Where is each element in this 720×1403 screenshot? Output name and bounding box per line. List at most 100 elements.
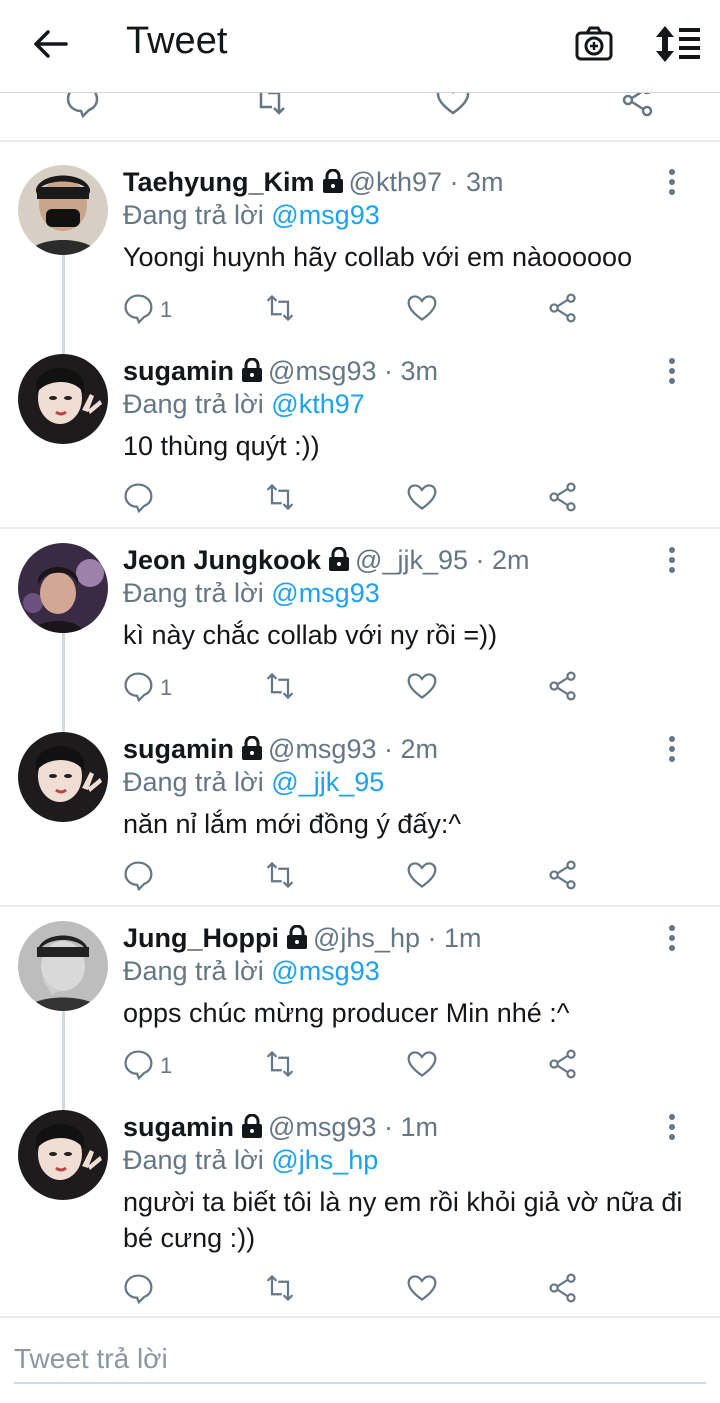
reply-button[interactable] xyxy=(122,481,160,517)
like-button[interactable] xyxy=(406,670,438,706)
display-name[interactable]: Jeon Jungkook xyxy=(123,545,321,575)
user-handle: @msg93 xyxy=(268,1112,377,1142)
retweet-button[interactable] xyxy=(264,859,296,895)
like-button[interactable] xyxy=(406,1048,438,1084)
divider xyxy=(0,527,720,529)
tweet-text: opps chúc mừng producer Min nhé :^ xyxy=(123,998,570,1028)
more-options-icon[interactable] xyxy=(662,356,682,386)
mention-link[interactable]: @_jjk_95 xyxy=(271,767,384,797)
lock-icon xyxy=(329,547,350,571)
share-icon xyxy=(547,670,579,707)
avatar[interactable] xyxy=(18,921,108,1011)
timestamp: · 1m xyxy=(384,1112,438,1142)
sort-icon[interactable] xyxy=(654,24,702,64)
like-button[interactable] xyxy=(406,859,438,895)
replying-to-label: Đang trả lời xyxy=(123,389,264,419)
share-icon xyxy=(547,292,579,329)
tweet-text: kì này chắc collab với ny rồi =)) xyxy=(123,620,498,650)
share-button[interactable] xyxy=(547,1048,579,1084)
reply-button[interactable] xyxy=(122,859,160,895)
retweet-icon xyxy=(264,292,296,329)
lock-icon xyxy=(242,736,263,760)
reply-input[interactable] xyxy=(14,1336,706,1384)
more-options-icon[interactable] xyxy=(662,1112,682,1142)
reply-button[interactable] xyxy=(122,1272,160,1308)
timestamp: · 2m xyxy=(384,734,438,764)
replying-to-label: Đang trả lời xyxy=(123,956,264,986)
reply-button[interactable]: 1 xyxy=(122,670,172,706)
tweet-actions: 1 xyxy=(0,292,720,328)
replying-to: Đang trả lời @msg93 xyxy=(123,956,380,987)
display-name[interactable]: sugamin xyxy=(123,356,234,386)
avatar[interactable] xyxy=(18,543,108,633)
tweet-text: Yoongi huynh hãy collab với em nàoooooo xyxy=(123,242,633,272)
like-button[interactable] xyxy=(406,1272,438,1308)
lock-icon xyxy=(242,358,263,382)
tweet-header: Taehyung_Kim @kth97 · 3m xyxy=(123,167,504,198)
user-handle: @_jjk_95 xyxy=(355,545,469,575)
tweet-text: 10 thùng quýt :)) xyxy=(123,431,320,461)
mention-link[interactable]: @msg93 xyxy=(271,578,379,608)
replying-to: Đang trả lời @jhs_hp xyxy=(123,1145,378,1176)
more-options-icon[interactable] xyxy=(662,734,682,764)
mention-link[interactable]: @jhs_hp xyxy=(271,1145,378,1175)
display-name[interactable]: Jung_Hoppi xyxy=(123,923,279,953)
tweet-actions xyxy=(0,481,720,517)
reply-icon xyxy=(122,1272,154,1309)
share-button[interactable] xyxy=(547,670,579,706)
reply-button[interactable]: 1 xyxy=(122,292,172,328)
share-button[interactable] xyxy=(547,481,579,517)
tweet-text: người ta biết tôi là ny em rồi khỏi giả … xyxy=(123,1187,683,1253)
tweet-actions xyxy=(0,1272,720,1308)
share-icon[interactable] xyxy=(620,92,656,118)
more-options-icon[interactable] xyxy=(662,923,682,953)
retweet-button[interactable] xyxy=(264,292,296,328)
display-name[interactable]: sugamin xyxy=(123,1112,234,1142)
like-button[interactable] xyxy=(406,481,438,517)
lock-icon xyxy=(287,925,307,949)
retweet-button[interactable] xyxy=(264,670,296,706)
retweet-icon xyxy=(264,1272,296,1309)
replying-to-label: Đang trả lời xyxy=(123,200,264,230)
tweet-header: Jung_Hoppi @jhs_hp · 1m xyxy=(123,923,482,954)
more-options-icon[interactable] xyxy=(662,545,682,575)
camera-icon[interactable] xyxy=(574,24,614,64)
retweet-icon xyxy=(264,859,296,896)
retweet-icon[interactable] xyxy=(252,92,288,118)
lock-icon xyxy=(242,1114,263,1138)
user-handle: @kth97 xyxy=(348,167,442,197)
display-name[interactable]: sugamin xyxy=(123,734,234,764)
tweet-actions: 1 xyxy=(0,1048,720,1084)
share-icon xyxy=(547,481,579,518)
reply-icon xyxy=(122,1048,154,1085)
retweet-icon xyxy=(264,670,296,707)
mention-link[interactable]: @kth97 xyxy=(271,389,364,419)
reply-icon[interactable] xyxy=(64,92,100,118)
retweet-button[interactable] xyxy=(264,1272,296,1308)
avatar[interactable] xyxy=(18,165,108,255)
back-arrow-icon[interactable] xyxy=(30,24,70,64)
display-name[interactable]: Taehyung_Kim xyxy=(123,167,315,197)
top-bar: Tweet xyxy=(0,0,720,93)
replying-to-label: Đang trả lời xyxy=(123,767,264,797)
avatar[interactable] xyxy=(18,732,108,822)
retweet-icon xyxy=(264,481,296,518)
like-button[interactable] xyxy=(406,292,438,328)
mention-link[interactable]: @msg93 xyxy=(271,956,379,986)
avatar[interactable] xyxy=(18,1110,108,1200)
share-button[interactable] xyxy=(547,859,579,895)
avatar[interactable] xyxy=(18,354,108,444)
more-options-icon[interactable] xyxy=(662,167,682,197)
like-icon[interactable] xyxy=(435,92,471,118)
timestamp: · 3m xyxy=(384,356,438,386)
retweet-button[interactable] xyxy=(264,1048,296,1084)
replying-to: Đang trả lời @msg93 xyxy=(123,200,380,231)
share-button[interactable] xyxy=(547,1272,579,1308)
retweet-button[interactable] xyxy=(264,481,296,517)
retweet-icon xyxy=(264,1048,296,1085)
share-button[interactable] xyxy=(547,292,579,328)
main-tweet-actions xyxy=(0,92,720,140)
mention-link[interactable]: @msg93 xyxy=(271,200,379,230)
reply-button[interactable]: 1 xyxy=(122,1048,172,1084)
timestamp: · 3m xyxy=(449,167,504,197)
